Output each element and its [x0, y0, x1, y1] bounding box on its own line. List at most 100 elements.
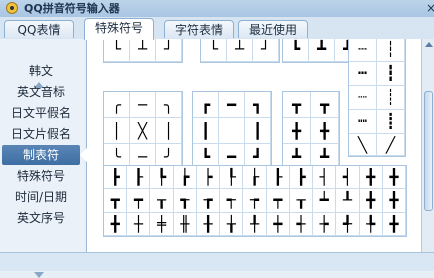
- symbol-cell[interactable]: ┳: [104, 189, 128, 213]
- symbol-cell[interactable]: ┢: [173, 166, 197, 190]
- symbol-cell[interactable]: ╋: [359, 189, 383, 213]
- scrollbar-thumb[interactable]: [424, 91, 433, 211]
- symbol-cell[interactable]: ┣: [289, 166, 314, 190]
- sidebar-item-katakana[interactable]: 日文片假名: [2, 124, 80, 144]
- tab-qq-emoticons[interactable]: QQ表情: [4, 20, 74, 38]
- symbol-cell[interactable]: ┠: [127, 166, 151, 190]
- symbol-cell[interactable]: ╋: [382, 189, 406, 213]
- symbol-cell[interactable]: ┭: [220, 189, 244, 213]
- symbol-cell[interactable]: ┯: [127, 189, 151, 213]
- symbol-cell[interactable]: ┻: [309, 39, 335, 62]
- symbol-cell[interactable]: ╂: [196, 212, 221, 236]
- symbol-cell[interactable]: ┝: [196, 166, 221, 190]
- symbol-cell[interactable]: ┮: [243, 189, 267, 213]
- symbol-cell[interactable]: ┡: [150, 166, 174, 190]
- symbol-cell[interactable]: ╋: [104, 212, 128, 236]
- sidebar-item-box-drawing[interactable]: 制表符: [2, 145, 80, 165]
- symbol-cell[interactable]: ┉: [349, 110, 377, 134]
- symbol-cell[interactable]: ┯: [266, 189, 290, 213]
- tab-character-emoticons[interactable]: 字符表情: [164, 20, 234, 38]
- symbol-cell[interactable]: ╀: [243, 212, 267, 236]
- symbol-cell[interactable]: ┰: [150, 189, 174, 213]
- symbol-cell[interactable]: ━: [219, 92, 245, 118]
- symbol-glyph: ┿: [273, 214, 283, 233]
- symbol-cell[interactable]: ─: [130, 92, 156, 118]
- symbol-cell[interactable]: ┆: [377, 39, 405, 62]
- sidebar-item-korean[interactable]: 韩文: [2, 61, 80, 81]
- symbol-cell[interactable]: ╋: [283, 118, 311, 144]
- symbol-cell[interactable]: ╱: [377, 134, 405, 156]
- symbol-cell[interactable]: ┥: [336, 166, 360, 190]
- symbol-cell[interactable]: ╋: [382, 212, 406, 236]
- symbol-cell[interactable]: └: [104, 39, 130, 62]
- symbol-glyph: ┲: [203, 191, 213, 210]
- symbol-glyph: ┮: [249, 191, 259, 210]
- symbol-cell[interactable]: ╋: [311, 118, 339, 144]
- tab-special-symbols[interactable]: 特殊符号: [84, 18, 154, 40]
- tab-bar: QQ表情 特殊符号 字符表情 最近使用: [0, 17, 434, 40]
- symbol-cell[interactable]: ╋: [359, 166, 383, 190]
- symbol-cell[interactable]: ┈: [349, 86, 377, 110]
- symbol-cell[interactable]: ┓: [245, 92, 271, 118]
- close-icon[interactable]: ×: [426, 0, 434, 16]
- symbol-cell[interactable]: ┅: [349, 62, 377, 86]
- app-icon: [6, 2, 18, 14]
- symbol-group-light-corners-2: └ ┴ ┘: [200, 39, 280, 63]
- symbol-cell[interactable]: ╁: [220, 212, 244, 236]
- symbol-cell[interactable]: ┾: [313, 212, 337, 236]
- sidebar-item-hiragana[interactable]: 日文平假名: [2, 103, 80, 123]
- symbol-cell[interactable]: ┏: [193, 92, 219, 118]
- symbol-cell[interactable]: ┃: [245, 118, 271, 144]
- symbol-cell[interactable]: ┰: [289, 189, 314, 213]
- symbol-cell[interactable]: ┊: [377, 86, 405, 110]
- symbol-cell[interactable]: ╄: [359, 212, 383, 236]
- symbol-cell[interactable]: ╳: [130, 118, 156, 144]
- status-bar: [0, 252, 434, 271]
- symbol-cell[interactable]: ┘: [253, 39, 279, 62]
- symbol-cell[interactable]: ╪: [150, 212, 174, 236]
- sidebar-item-special-symbols[interactable]: 特殊符号: [2, 166, 80, 186]
- symbol-cell[interactable]: ╲: [349, 134, 377, 156]
- symbol-cell[interactable]: ┄: [349, 39, 377, 62]
- scrollbar-up-arrow-icon[interactable]: [425, 42, 433, 47]
- symbol-cell[interactable]: │: [104, 118, 130, 144]
- symbol-cell[interactable]: └: [201, 39, 227, 62]
- symbol-cell[interactable]: ┳: [311, 92, 339, 118]
- symbol-cell[interactable]: ╮: [156, 92, 182, 118]
- symbol-cell[interactable]: ┘: [156, 39, 182, 62]
- vertical-scrollbar[interactable]: [421, 39, 434, 252]
- symbol-cell[interactable]: ╋: [382, 166, 406, 190]
- symbol-cell[interactable]: ┽: [289, 212, 314, 236]
- symbol-cell[interactable]: ┃: [193, 118, 219, 144]
- symbol-cell[interactable]: ┣: [104, 166, 128, 190]
- symbol-glyph: ╋: [366, 168, 376, 186]
- symbol-cell[interactable]: ╃: [336, 212, 360, 236]
- symbol-cell[interactable]: ┋: [377, 110, 405, 134]
- sidebar-item-english-phonetic[interactable]: 英文音标: [2, 82, 80, 102]
- symbol-cell[interactable]: ╫: [173, 212, 197, 236]
- symbol-cell[interactable]: ╭: [104, 92, 130, 118]
- symbol-cell[interactable]: │: [156, 118, 182, 144]
- window-title: QQ拼音符号输入器: [24, 2, 120, 15]
- symbol-cell[interactable]: ┲: [196, 189, 221, 213]
- symbol-cell[interactable]: ┸: [336, 189, 360, 213]
- symbol-cell[interactable]: ┳: [283, 92, 311, 118]
- symbol-cell[interactable]: ┗: [283, 39, 309, 62]
- symbol-cell[interactable]: ┴: [227, 39, 253, 62]
- symbol-cell[interactable]: ┿: [266, 212, 290, 236]
- symbol-cell[interactable]: [219, 118, 245, 144]
- scroll-down-arrow-icon[interactable]: [34, 272, 44, 278]
- symbol-cell[interactable]: ┼: [127, 212, 151, 236]
- symbol-cell[interactable]: ┤: [313, 166, 337, 190]
- tab-recently-used[interactable]: 最近使用: [238, 20, 308, 38]
- symbol-cell[interactable]: ┞: [220, 166, 244, 190]
- sidebar-item-english-ordinal[interactable]: 英文序号: [2, 208, 80, 228]
- sidebar-item-time-date[interactable]: 时间/日期: [2, 187, 80, 207]
- symbol-cell[interactable]: ┷: [313, 189, 337, 213]
- symbol-cell[interactable]: ┇: [377, 62, 405, 86]
- symbol-cell[interactable]: ┟: [243, 166, 267, 190]
- symbol-glyph: ╫: [180, 214, 190, 233]
- symbol-cell[interactable]: ┠: [266, 166, 290, 190]
- symbol-cell[interactable]: ┱: [173, 189, 197, 213]
- symbol-cell[interactable]: ┴: [130, 39, 156, 62]
